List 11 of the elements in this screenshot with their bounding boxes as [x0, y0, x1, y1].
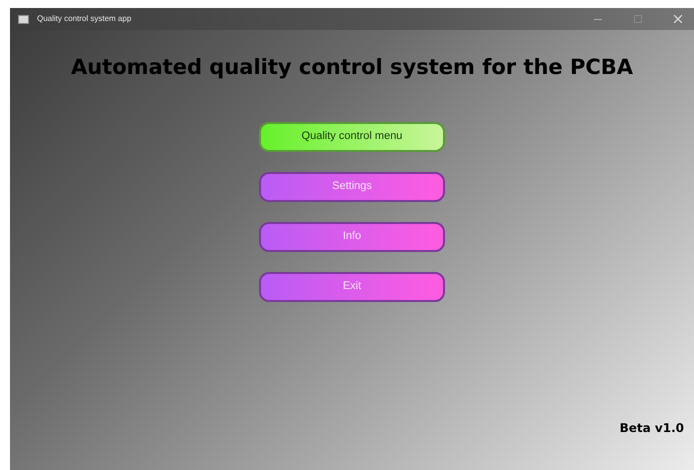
maximize-icon[interactable] [634, 15, 642, 23]
menu-button[interactable]: Info [259, 222, 445, 252]
minimize-icon[interactable] [594, 18, 602, 20]
version-label: Beta v1.0 [620, 420, 684, 437]
menu-button[interactable]: Settings [259, 172, 445, 202]
window-title: Quality control system app [37, 13, 132, 25]
close-icon[interactable] [674, 15, 682, 23]
heading: Automated quality control system for the PCBA [70, 54, 634, 81]
menu-button[interactable]: Exit [259, 272, 445, 302]
app-icon [18, 14, 29, 24]
menu-button[interactable]: Quality control menu [259, 122, 445, 152]
